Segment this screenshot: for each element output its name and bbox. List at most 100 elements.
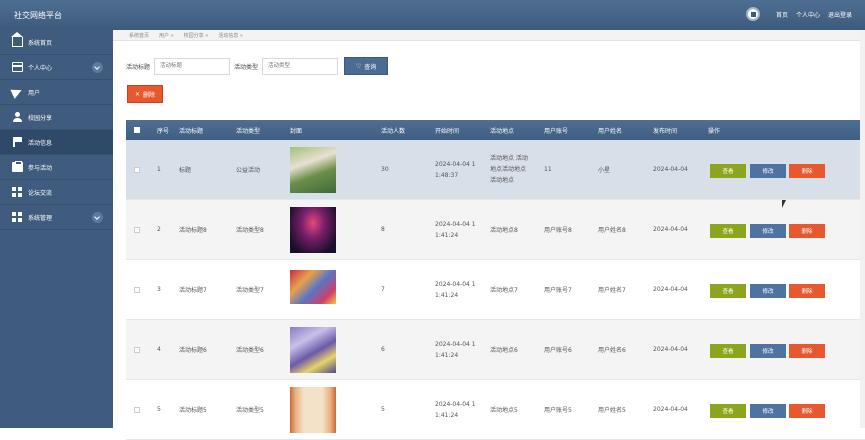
cell-people: 8 bbox=[381, 226, 385, 233]
sidebar-item-users[interactable]: 用户 bbox=[0, 80, 113, 105]
row-checkbox[interactable] bbox=[134, 406, 140, 413]
table-row[interactable]: 2 活动标题8 活动类型8 8 2024-04-04 1 1:41:24 活动地… bbox=[126, 200, 865, 260]
cell-account: 用户账号6 bbox=[544, 347, 572, 354]
cell-account: 用户账号8 bbox=[544, 227, 572, 234]
table-row[interactable]: 5 活动标题5 活动类型5 5 2024-04-04 1 1:41:24 活动地… bbox=[126, 380, 865, 440]
cell-no: 4 bbox=[157, 346, 161, 353]
main-content: 系统首页 用户 » 校园分享 » 活动信息 » 活动标题 活动类型 ♡查询 ✕删… bbox=[113, 30, 865, 440]
breadcrumb-item[interactable]: 系统首页 bbox=[129, 32, 149, 39]
sidebar-item-profile[interactable]: 个人中心 bbox=[0, 55, 113, 80]
grid-icon bbox=[12, 187, 23, 197]
chevron-down-icon bbox=[92, 62, 103, 73]
sidebar-item-campus-share[interactable]: 校园分享 bbox=[0, 105, 113, 130]
delete-button[interactable]: 删除 bbox=[789, 404, 825, 418]
vertical-scrollbar[interactable] bbox=[860, 30, 865, 428]
cell-name: 用户姓名5 bbox=[598, 407, 626, 414]
table-row[interactable]: 4 活动标题6 活动类型6 6 2024-04-04 1 1:41:24 活动地… bbox=[126, 320, 865, 380]
avatar-icon[interactable] bbox=[745, 7, 760, 21]
cell-publish-time: 2024-04-04 bbox=[653, 286, 688, 293]
row-checkbox[interactable] bbox=[134, 166, 140, 173]
sidebar-item-label: 参与活动 bbox=[28, 164, 53, 172]
cover-image-party-balloons bbox=[290, 327, 336, 373]
cell-people: 5 bbox=[381, 406, 385, 413]
cell-no: 5 bbox=[157, 406, 161, 413]
cell-people: 6 bbox=[381, 346, 385, 353]
cell-type: 活动类型5 bbox=[236, 407, 264, 414]
sidebar-item-home[interactable]: 系统首页 bbox=[0, 30, 113, 55]
sidebar: 系统首页 个人中心 用户 校园分享 活动信息 参与活动 论坛交流 系统管理 bbox=[0, 30, 113, 428]
edit-button[interactable]: 修改 bbox=[750, 224, 786, 238]
cell-name: 用户姓名7 bbox=[598, 287, 626, 294]
cell-publish-time: 2024-04-04 bbox=[653, 406, 688, 413]
edit-button[interactable]: 修改 bbox=[750, 404, 786, 418]
view-button[interactable]: 查看 bbox=[710, 284, 746, 298]
grid-icon bbox=[12, 212, 23, 222]
cell-no: 2 bbox=[157, 226, 161, 233]
row-checkbox[interactable] bbox=[134, 226, 140, 233]
sidebar-item-forum[interactable]: 论坛交流 bbox=[0, 180, 113, 205]
select-all-checkbox[interactable] bbox=[134, 127, 140, 133]
sidebar-item-label: 论坛交流 bbox=[28, 189, 53, 197]
delete-button[interactable]: 删除 bbox=[789, 344, 825, 358]
cell-name: 小星 bbox=[598, 167, 611, 174]
cell-place: 活动地点8 bbox=[490, 227, 518, 234]
cell-publish-time: 2024-04-04 bbox=[653, 346, 688, 353]
breadcrumb-item[interactable]: 用户 » bbox=[159, 32, 174, 39]
row-checkbox[interactable] bbox=[134, 346, 140, 353]
cell-start-time: 2024-04-04 1 1:41:24 bbox=[435, 340, 476, 359]
nav-profile-link[interactable]: 个人中心 bbox=[796, 10, 820, 19]
cell-title: 活动标题8 bbox=[179, 227, 207, 234]
cell-publish-time: 2024-04-04 bbox=[653, 226, 688, 233]
delete-label: 删除 bbox=[143, 91, 156, 99]
sidebar-item-system[interactable]: 系统管理 bbox=[0, 205, 113, 230]
edit-button[interactable]: 修改 bbox=[750, 284, 786, 298]
breadcrumb-item[interactable]: 校园分享 » bbox=[184, 32, 209, 39]
delete-button[interactable]: 删除 bbox=[789, 164, 825, 178]
cell-title: 活动标题6 bbox=[179, 347, 207, 354]
sidebar-item-activities[interactable]: 活动信息 bbox=[0, 130, 113, 155]
batch-delete-button[interactable]: ✕ 删除 bbox=[127, 85, 163, 103]
cell-start-time: 2024-04-04 1 1:41:24 bbox=[435, 280, 476, 299]
sidebar-item-label: 校园分享 bbox=[28, 114, 53, 122]
sidebar-item-join[interactable]: 参与活动 bbox=[0, 155, 113, 180]
edit-button[interactable]: 修改 bbox=[750, 164, 786, 178]
col-header: 开始时间 bbox=[435, 127, 460, 135]
cover-image-theater-curtain bbox=[290, 387, 336, 433]
cell-name: 用户姓名6 bbox=[598, 347, 626, 354]
cell-start-time: 2024-04-04 1 1:41:24 bbox=[435, 400, 476, 419]
cell-account: 11 bbox=[544, 166, 552, 173]
close-icon: ✕ bbox=[134, 90, 140, 98]
breadcrumb-item[interactable]: 活动信息 » bbox=[218, 32, 243, 39]
col-header: 用户账号 bbox=[544, 127, 569, 135]
table-row[interactable]: 1 标题 公益活动 30 2024-04-04 1 1:48:37 活动地点 活… bbox=[126, 140, 865, 200]
cell-place: 活动地点 活动 地点活动地点 活动地点 bbox=[490, 155, 528, 184]
view-button[interactable]: 查看 bbox=[710, 404, 746, 418]
cell-account: 用户账号5 bbox=[544, 407, 572, 414]
delete-button[interactable]: 删除 bbox=[789, 224, 825, 238]
title-label: 活动标题 bbox=[126, 63, 151, 71]
search-bar: 活动标题 活动类型 ♡查询 bbox=[126, 57, 389, 75]
nav-logout-link[interactable]: 退出登录 bbox=[828, 10, 852, 19]
cell-place: 活动地点5 bbox=[490, 407, 518, 414]
delete-button[interactable]: 删除 bbox=[789, 284, 825, 298]
heart-icon: ♡ bbox=[355, 62, 362, 70]
cell-people: 7 bbox=[381, 286, 385, 293]
edit-button[interactable]: 修改 bbox=[750, 344, 786, 358]
cell-no: 3 bbox=[157, 286, 161, 293]
col-header: 序号 bbox=[157, 127, 170, 135]
col-header: 活动地点 bbox=[490, 127, 515, 135]
type-search-input[interactable] bbox=[262, 57, 339, 75]
top-nav: 首页 个人中心 退出登录 bbox=[745, 7, 852, 21]
title-search-input[interactable] bbox=[154, 57, 231, 75]
nav-home-link[interactable]: 首页 bbox=[776, 10, 788, 19]
row-checkbox[interactable] bbox=[134, 286, 140, 293]
type-label: 活动类型 bbox=[234, 63, 259, 71]
col-header: 用户姓名 bbox=[598, 127, 623, 135]
table-row[interactable]: 3 活动标题7 活动类型7 7 2024-04-04 1 1:41:24 活动地… bbox=[126, 260, 865, 320]
search-button[interactable]: ♡ 查询 bbox=[344, 57, 389, 75]
chevron-down-icon bbox=[92, 212, 103, 223]
view-button[interactable]: 查看 bbox=[710, 224, 746, 238]
view-button[interactable]: 查看 bbox=[710, 164, 746, 178]
view-button[interactable]: 查看 bbox=[710, 344, 746, 358]
col-header: 活动人数 bbox=[381, 127, 406, 135]
